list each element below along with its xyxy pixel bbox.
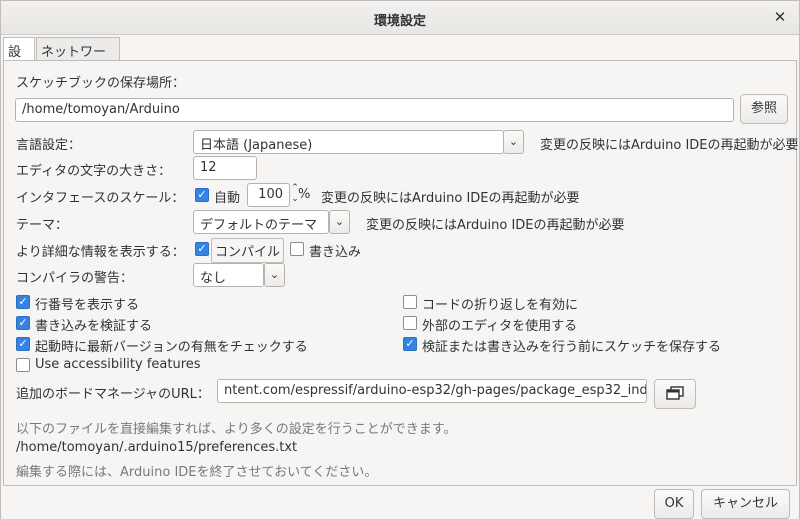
sketchbook-label: スケッチブックの保存場所：: [16, 76, 186, 91]
option-accessibility-checkbox[interactable]: [16, 358, 30, 372]
verbose-label: より詳細な情報を表示する：: [16, 245, 185, 260]
window-stack-icon-graphic: [666, 385, 684, 400]
window-title: 環境設定: [373, 14, 426, 29]
verbose-upload-label: 書き込み: [309, 245, 362, 260]
scale-unit: %: [298, 187, 311, 202]
ok-button[interactable]: OK: [654, 489, 694, 519]
warnings-select[interactable]: なし: [193, 263, 264, 287]
font-size-input[interactable]: 12: [193, 156, 257, 180]
theme-label: テーマ：: [16, 218, 69, 233]
info-text-close-ide: 編集する際には、Arduino IDEを終了させておいてください。: [16, 465, 378, 480]
title-bar: 環境設定 ✕: [1, 1, 799, 35]
option-line-numbers-label: 行番号を表示する: [35, 298, 140, 313]
option-verify-upload-label: 書き込みを検証する: [35, 319, 153, 334]
language-label: 言語設定：: [16, 138, 82, 153]
option-save-before-verify-checkbox[interactable]: ✓: [403, 337, 417, 351]
option-verify-upload-checkbox[interactable]: ✓: [16, 316, 30, 330]
dialog-button-bar: OK キャンセル: [1, 487, 799, 519]
info-text-edit: 以下のファイルを直接編集すれば、より多くの設定を行うことができます。: [16, 422, 457, 437]
option-code-folding-checkbox[interactable]: [403, 295, 417, 309]
preferences-dialog: 環境設定 ✕ 設定 ネットワーク スケッチブックの保存場所： /home/tom…: [0, 0, 800, 519]
option-external-editor-label: 外部のエディタを使用する: [422, 319, 578, 334]
option-save-before-verify-label: 検証または書き込みを行う前にスケッチを保存する: [422, 340, 722, 355]
verbose-compile-label: コンパイル: [211, 238, 285, 263]
board-urls-label: 追加のボードマネージャのURL：: [16, 387, 210, 402]
cancel-button[interactable]: キャンセル: [701, 489, 790, 519]
scale-restart-note: 変更の反映にはArduino IDEの再起動が必要: [321, 191, 580, 206]
option-check-updates-label: 起動時に最新バージョンの有無をチェックする: [35, 340, 308, 355]
tab-settings[interactable]: 設定: [3, 37, 35, 79]
option-line-numbers-checkbox[interactable]: ✓: [16, 295, 30, 309]
theme-select[interactable]: デフォルトのテーマ: [193, 210, 329, 234]
window-stack-icon[interactable]: [654, 379, 696, 409]
board-urls-input[interactable]: ntent.com/espressif/arduino-esp32/gh-pag…: [217, 379, 647, 403]
verbose-compile-checkbox[interactable]: ✓: [195, 242, 209, 256]
sketchbook-path-input[interactable]: /home/tomoyan/Arduino: [15, 98, 734, 122]
tab-network[interactable]: ネットワーク: [36, 37, 120, 79]
verbose-upload-checkbox[interactable]: [290, 242, 304, 256]
chevron-down-icon[interactable]: ⌄: [264, 263, 285, 287]
language-select[interactable]: 日本語 (Japanese): [193, 130, 504, 154]
chevron-down-icon[interactable]: ⌄: [503, 130, 524, 154]
language-restart-note: 変更の反映にはArduino IDEの再起動が必要: [540, 138, 799, 153]
font-size-label: エディタの文字の大きさ：: [16, 164, 172, 179]
settings-panel: スケッチブックの保存場所： /home/tomoyan/Arduino 参照 言…: [3, 60, 799, 486]
scale-auto-label: 自動: [214, 191, 241, 206]
theme-restart-note: 変更の反映にはArduino IDEの再起動が必要: [366, 218, 625, 233]
scale-auto-checkbox[interactable]: ✓: [195, 188, 209, 202]
option-accessibility-label: Use accessibility features: [35, 357, 201, 372]
option-check-updates-checkbox[interactable]: ✓: [16, 337, 30, 351]
option-code-folding-label: コードの折り返しを有効に: [422, 298, 579, 313]
chevron-down-icon[interactable]: ⌄: [329, 210, 350, 234]
scale-input[interactable]: 100: [247, 183, 290, 207]
option-external-editor-checkbox[interactable]: [403, 316, 417, 330]
scale-label: インタフェースのスケール：: [16, 191, 185, 206]
preferences-file-path: /home/tomoyan/.arduino15/preferences.txt: [16, 440, 298, 455]
warnings-label: コンパイラの警告：: [16, 271, 134, 286]
close-icon[interactable]: ✕: [771, 8, 789, 26]
browse-button[interactable]: 参照: [740, 94, 788, 124]
